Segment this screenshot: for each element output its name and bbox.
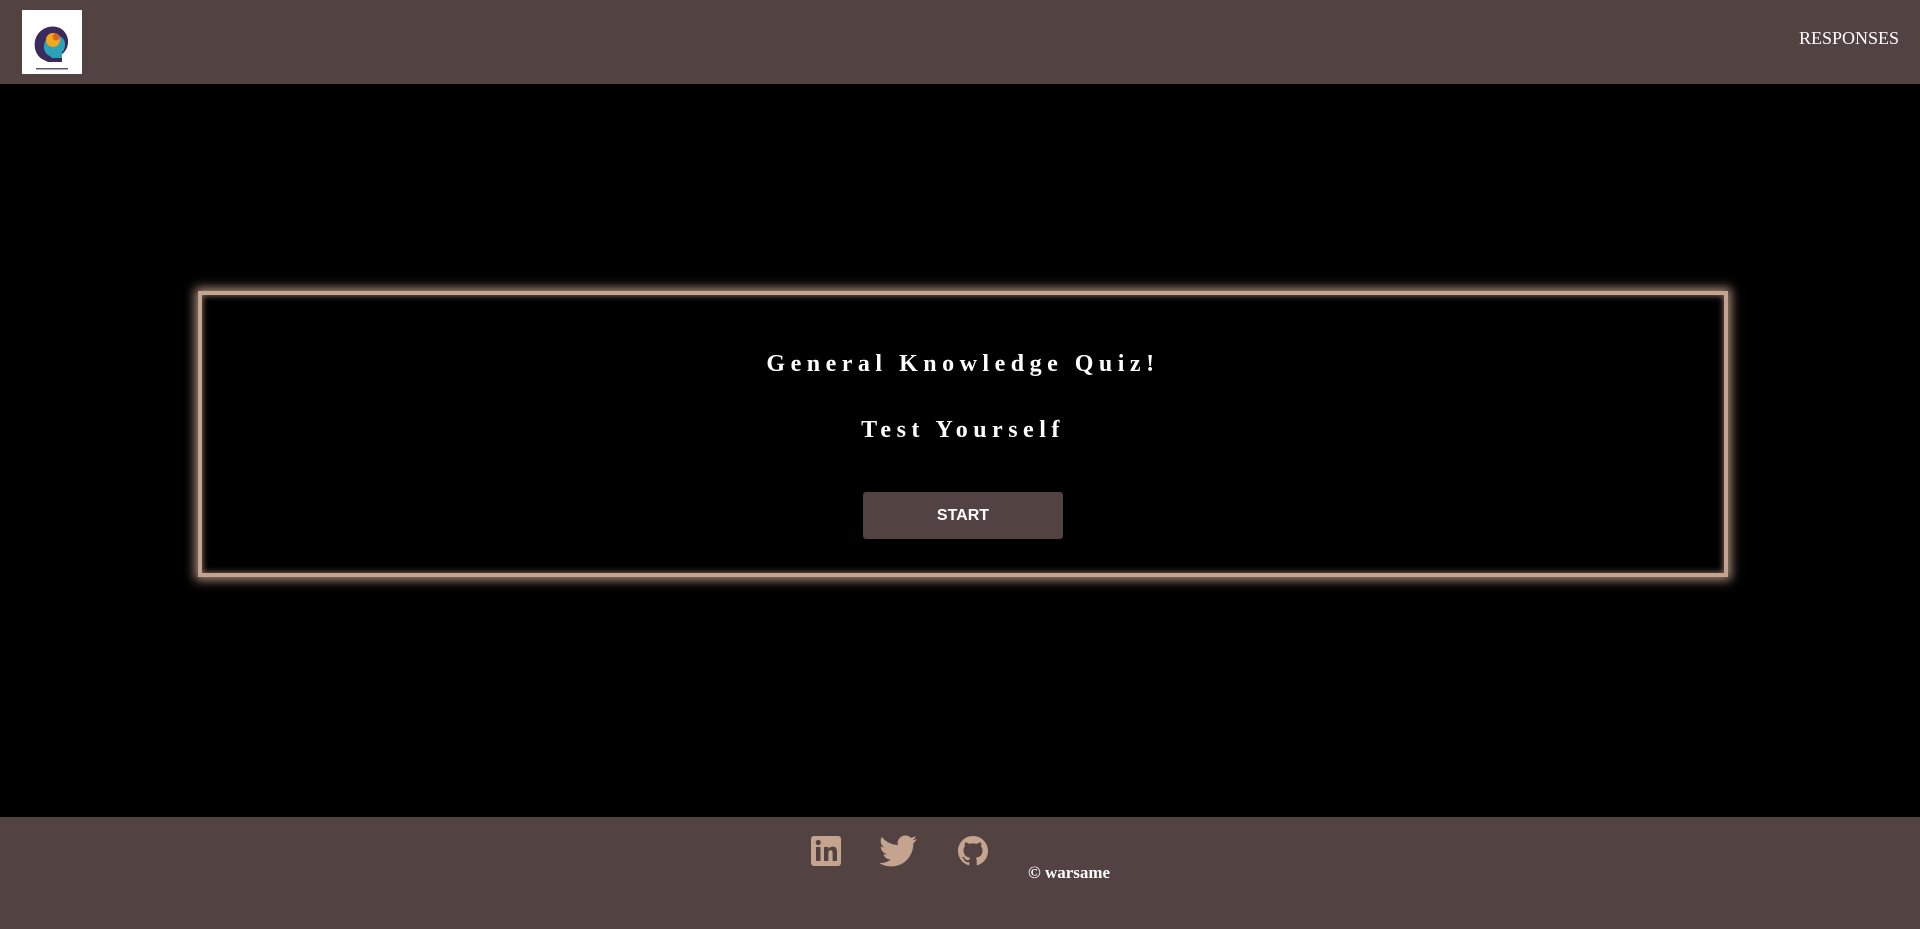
- quiz-subtitle: Test Yourself: [861, 417, 1065, 443]
- brain-head-logo-icon[interactable]: [22, 10, 82, 74]
- footer: © warsame: [0, 817, 1920, 929]
- quiz-title: General Knowledge Quiz!: [766, 351, 1160, 377]
- copyright-text: © warsame: [1028, 863, 1111, 882]
- twitter-icon[interactable]: [880, 835, 918, 867]
- responses-link[interactable]: RESPONSES: [1799, 28, 1899, 49]
- navbar: RESPONSES: [0, 0, 1920, 84]
- github-icon[interactable]: [957, 835, 989, 867]
- linkedin-icon[interactable]: [810, 835, 842, 867]
- main-content: General Knowledge Quiz! Test Yourself ST…: [0, 84, 1920, 817]
- quiz-card: General Knowledge Quiz! Test Yourself ST…: [198, 291, 1728, 577]
- start-button[interactable]: START: [863, 492, 1063, 539]
